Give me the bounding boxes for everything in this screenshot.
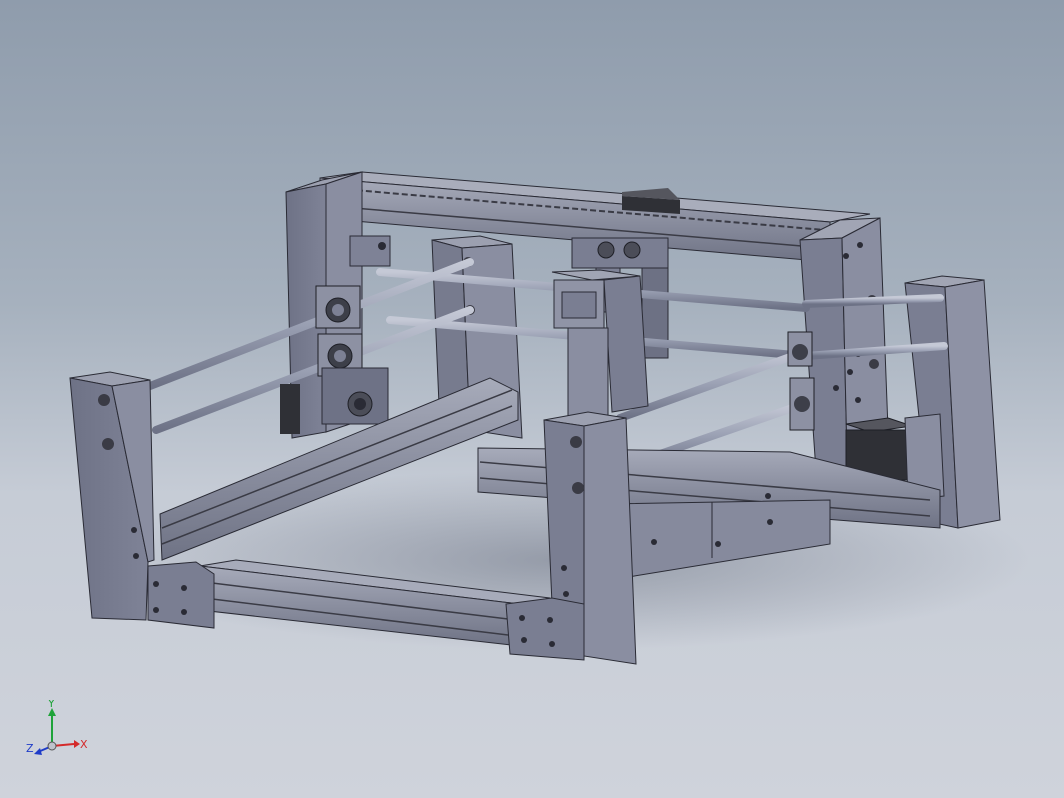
- right-linear-bearing-blocks[interactable]: [787, 331, 815, 431]
- z-axis-label: Z: [26, 742, 34, 755]
- center-z-carriage[interactable]: [551, 269, 649, 417]
- z-axis-arrowhead: [34, 748, 42, 755]
- left-stepper-motor[interactable]: [280, 384, 300, 434]
- left-inner-rod-support-a[interactable]: [349, 235, 391, 267]
- 3d-model-viewport[interactable]: Y X Z: [0, 0, 1064, 798]
- cnc-frame-model[interactable]: [0, 0, 1064, 798]
- left-linear-bearing-blocks[interactable]: [315, 285, 389, 425]
- y-axis-label: Y: [47, 700, 55, 710]
- top-stepper-motor[interactable]: [622, 188, 680, 214]
- front-left-corner-plate[interactable]: [69, 371, 215, 629]
- x-axis-label: X: [80, 738, 88, 751]
- orientation-triad[interactable]: Y X Z: [22, 697, 92, 764]
